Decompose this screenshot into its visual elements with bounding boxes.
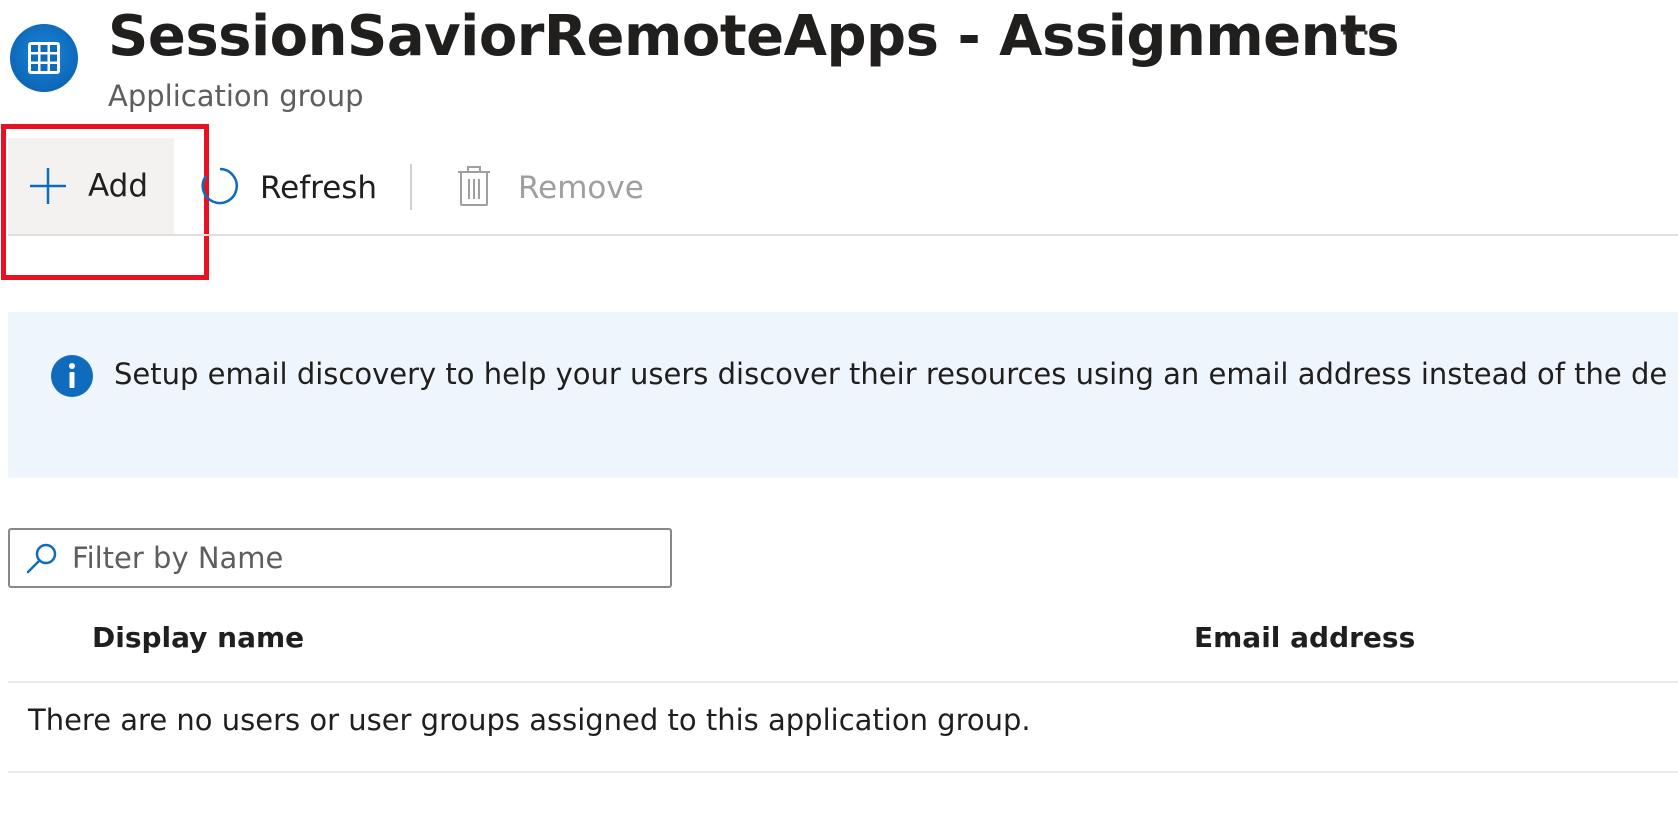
- table-header: Display name Email address: [8, 604, 1678, 682]
- refresh-button-label: Refresh: [260, 170, 378, 206]
- column-header-display-name[interactable]: Display name: [92, 618, 304, 658]
- page-subtitle: Application group: [108, 79, 364, 113]
- filter-input[interactable]: [72, 541, 652, 575]
- page-title: SessionSaviorRemoteApps - Assignments: [108, 4, 1400, 69]
- grid-icon: [28, 42, 60, 74]
- email-discovery-banner: Setup email discovery to help your users…: [8, 312, 1678, 478]
- app-group-grid-icon: [10, 24, 78, 92]
- trash-icon: [456, 164, 492, 212]
- refresh-icon: [196, 164, 240, 212]
- column-header-email-address[interactable]: Email address: [1194, 618, 1415, 658]
- filter-box[interactable]: [8, 528, 672, 588]
- add-button[interactable]: Add: [8, 138, 174, 234]
- refresh-button[interactable]: Refresh: [196, 158, 377, 218]
- info-icon: [50, 354, 94, 398]
- search-icon: [24, 540, 60, 576]
- toolbar-separator: [410, 164, 412, 210]
- toolbar-divider: [8, 234, 1678, 236]
- table-empty-message: There are no users or user groups assign…: [28, 703, 1031, 737]
- add-button-label: Add: [88, 168, 149, 204]
- banner-text: Setup email discovery to help your users…: [114, 357, 1668, 391]
- more-options-button[interactable]: ···: [1340, 14, 1372, 54]
- table-divider: [8, 681, 1678, 683]
- remove-button[interactable]: Remove: [456, 158, 644, 218]
- plus-icon: [28, 166, 68, 206]
- remove-button-label: Remove: [518, 170, 644, 206]
- table-divider: [8, 771, 1678, 773]
